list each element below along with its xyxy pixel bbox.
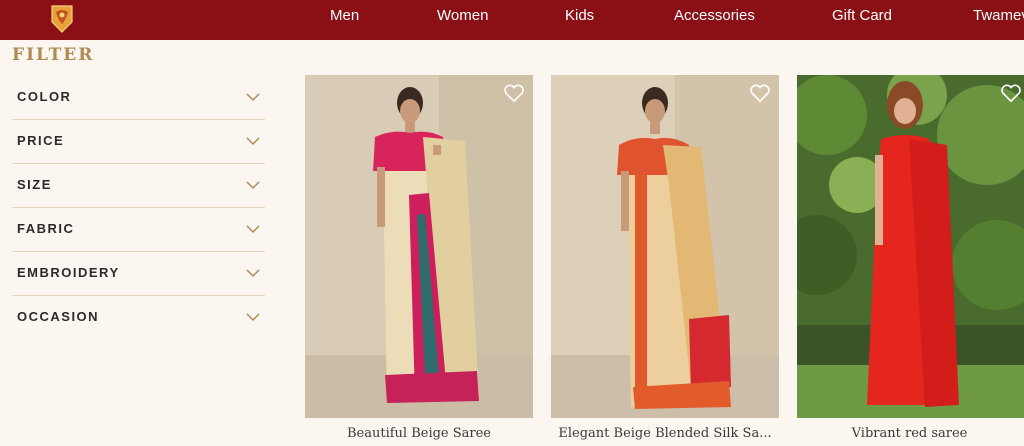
chevron-down-icon bbox=[246, 181, 260, 190]
main-nav: Men Women Kids Accessories Gift Card Twa… bbox=[0, 0, 1024, 40]
filter-color[interactable]: COLOR bbox=[12, 76, 265, 120]
heart-icon[interactable] bbox=[503, 83, 525, 103]
filter-label: SIZE bbox=[17, 177, 52, 192]
filter-fabric[interactable]: FABRIC bbox=[12, 208, 265, 252]
product-image[interactable] bbox=[305, 75, 533, 418]
product-title[interactable]: Vibrant red saree bbox=[797, 426, 1024, 441]
filter-label: OCCASION bbox=[17, 309, 100, 324]
nav-item-twamev[interactable]: Twamev bbox=[973, 7, 1024, 24]
nav-item-women[interactable]: Women bbox=[437, 7, 488, 24]
filter-label: EMBROIDERY bbox=[17, 265, 120, 280]
heart-icon[interactable] bbox=[749, 83, 771, 103]
filter-label: FABRIC bbox=[17, 221, 75, 236]
product-image[interactable] bbox=[797, 75, 1024, 418]
product-card[interactable] bbox=[551, 75, 779, 418]
chevron-down-icon bbox=[246, 93, 260, 102]
filter-size[interactable]: SIZE bbox=[12, 164, 265, 208]
nav-item-gift-card[interactable]: Gift Card bbox=[832, 7, 892, 24]
filter-price[interactable]: PRICE bbox=[12, 120, 265, 164]
filter-heading: FILTER bbox=[12, 45, 95, 65]
chevron-down-icon bbox=[246, 313, 260, 322]
filter-label: PRICE bbox=[17, 133, 65, 148]
chevron-down-icon bbox=[246, 225, 260, 234]
product-title[interactable]: Beautiful Beige Saree bbox=[305, 426, 533, 441]
filter-list: COLOR PRICE SIZE FABRIC EMBROIDERY OCCAS… bbox=[12, 76, 265, 340]
chevron-down-icon bbox=[246, 137, 260, 146]
product-image[interactable] bbox=[551, 75, 779, 418]
filter-occasion[interactable]: OCCASION bbox=[12, 296, 265, 340]
nav-item-kids[interactable]: Kids bbox=[565, 7, 594, 24]
filter-label: COLOR bbox=[17, 89, 72, 104]
nav-item-accessories[interactable]: Accessories bbox=[674, 7, 755, 24]
heart-icon[interactable] bbox=[1000, 83, 1022, 103]
product-card[interactable] bbox=[797, 75, 1024, 418]
product-title[interactable]: Elegant Beige Blended Silk Sa... bbox=[551, 426, 779, 441]
nav-item-men[interactable]: Men bbox=[330, 7, 359, 24]
chevron-down-icon bbox=[246, 269, 260, 278]
product-card[interactable] bbox=[305, 75, 533, 418]
top-nav-bar: Men Women Kids Accessories Gift Card Twa… bbox=[0, 0, 1024, 40]
filter-embroidery[interactable]: EMBROIDERY bbox=[12, 252, 265, 296]
